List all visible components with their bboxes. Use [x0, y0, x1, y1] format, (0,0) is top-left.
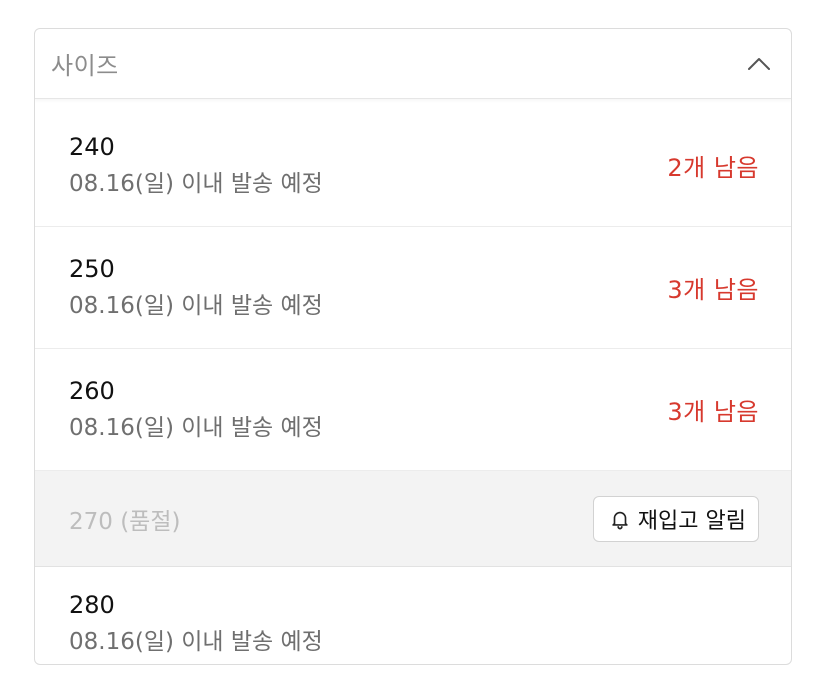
option-size: 240: [69, 132, 115, 161]
option-shipping: 08.16(일) 이내 발송 예정: [69, 414, 323, 441]
option-shipping: 08.16(일) 이내 발송 예정: [69, 629, 323, 655]
dropdown-label: 사이즈: [51, 52, 119, 80]
soldout-label: 270 (품절): [69, 508, 181, 535]
size-option-270-soldout: 270 (품절) 재입고 알림: [35, 471, 791, 567]
chevron-up-icon[interactable]: [745, 50, 773, 78]
option-shipping: 08.16(일) 이내 발송 예정: [69, 170, 323, 197]
stock-remaining: 2개 남음: [667, 154, 759, 182]
stock-remaining: 3개 남음: [667, 398, 759, 426]
size-option-280[interactable]: 280 08.16(일) 이내 발송 예정: [35, 567, 791, 664]
stock-remaining: 3개 남음: [667, 276, 759, 304]
bell-icon: [608, 507, 632, 531]
size-option-250[interactable]: 250 08.16(일) 이내 발송 예정 3개 남음: [35, 227, 791, 349]
size-option-list: 240 08.16(일) 이내 발송 예정 2개 남음 250 08.16(일)…: [35, 99, 791, 664]
option-size: 260: [69, 376, 115, 405]
size-option-260[interactable]: 260 08.16(일) 이내 발송 예정 3개 남음: [35, 349, 791, 471]
option-size: 250: [69, 254, 115, 283]
size-dropdown-toggle[interactable]: 사이즈: [35, 29, 791, 99]
option-size: 280: [69, 591, 115, 619]
restock-alert-button[interactable]: 재입고 알림: [592, 495, 759, 542]
option-shipping: 08.16(일) 이내 발송 예정: [69, 292, 323, 319]
size-option-240[interactable]: 240 08.16(일) 이내 발송 예정 2개 남음: [35, 105, 791, 227]
restock-button-label: 재입고 알림: [637, 508, 746, 534]
size-dropdown: 사이즈 240 08.16(일) 이내 발송 예정 2개 남음 250 08.1…: [34, 28, 792, 665]
